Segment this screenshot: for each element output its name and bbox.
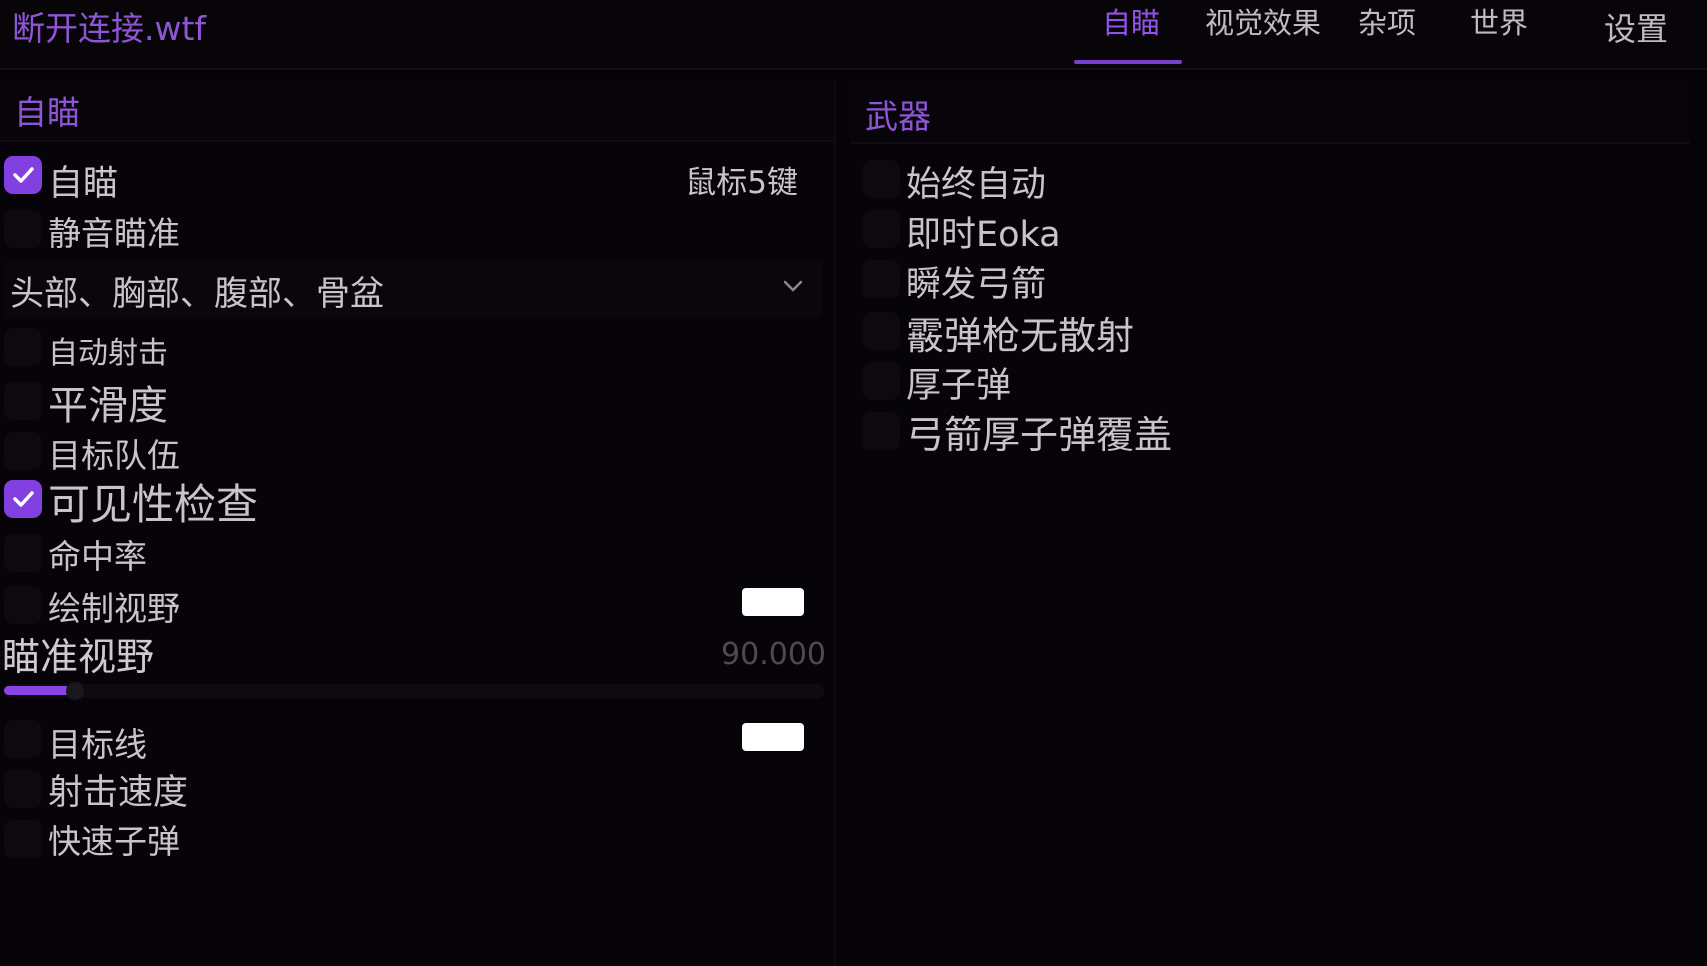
aim-fov-label: 瞄准视野: [2, 635, 155, 679]
visibility-check-checkbox[interactable]: [4, 480, 42, 518]
always-auto-checkbox[interactable]: [862, 160, 900, 198]
aim-panel: 自瞄 自瞄 鼠标5键 静音瞄准 头部、胸部、腹部、骨盆 自动射击 平滑度 目标队…: [0, 80, 836, 966]
aim-fov-slider-fill: [4, 686, 70, 695]
visibility-check-label: 可见性检查: [48, 480, 259, 529]
weapon-panel: 武器 始终自动 即时Eoka 瞬发弓箭 霰弹枪无散射 厚子弹 弓箭厚子弹覆盖: [850, 80, 1690, 966]
app-title: 断开连接.wtf: [12, 9, 207, 48]
weapon-panel-title: 武器: [865, 97, 931, 136]
smoothness-checkbox[interactable]: [4, 382, 42, 420]
check-icon: [13, 167, 34, 183]
thick-bullet-checkbox[interactable]: [862, 362, 900, 400]
aim-fov-value: 90.000: [721, 637, 826, 672]
auto-shoot-checkbox[interactable]: [4, 328, 42, 366]
hit-chance-label: 命中率: [48, 537, 147, 576]
aimbot-checkbox[interactable]: [4, 156, 42, 194]
chevron-down-icon: [783, 280, 803, 292]
draw-fov-color-swatch[interactable]: [742, 588, 804, 616]
instant-bow-checkbox[interactable]: [862, 260, 900, 298]
shotgun-no-spread-label: 霰弹枪无散射: [906, 314, 1135, 358]
bow-thick-bullet-override-checkbox[interactable]: [862, 412, 900, 450]
target-team-checkbox[interactable]: [4, 432, 42, 470]
fast-bullet-label: 快速子弹: [48, 822, 180, 861]
fast-bullet-checkbox[interactable]: [4, 820, 42, 858]
auto-shoot-label: 自动射击: [48, 336, 168, 371]
target-line-label: 目标线: [48, 725, 147, 764]
draw-fov-checkbox[interactable]: [4, 586, 42, 624]
instant-eoka-label: 即时Eoka: [906, 215, 1061, 255]
hit-chance-checkbox[interactable]: [4, 534, 42, 572]
tab-misc[interactable]: 杂项: [1358, 0, 1416, 64]
tab-settings[interactable]: 设置: [1604, 4, 1668, 68]
aim-panel-header: 自瞄: [0, 80, 834, 142]
tab-world[interactable]: 世界: [1470, 0, 1528, 64]
top-bar: 断开连接.wtf 自瞄 视觉效果 杂项 世界 设置: [0, 0, 1707, 70]
silent-aim-checkbox[interactable]: [4, 210, 42, 248]
bow-thick-bullet-override-label: 弓箭厚子弹覆盖: [906, 413, 1173, 457]
target-line-checkbox[interactable]: [4, 720, 42, 758]
always-auto-label: 始终自动: [906, 165, 1047, 205]
draw-fov-label: 绘制视野: [48, 589, 180, 628]
app-window: 断开连接.wtf 自瞄 视觉效果 杂项 世界 设置 自瞄 自瞄 鼠标5键 静音瞄…: [0, 0, 1707, 966]
target-line-color-swatch[interactable]: [742, 723, 804, 751]
hitbox-select[interactable]: 头部、胸部、腹部、骨盆: [4, 260, 822, 318]
tab-aim[interactable]: 自瞄: [1073, 0, 1183, 64]
fire-rate-label: 射击速度: [48, 773, 189, 813]
aimbot-label: 自瞄: [48, 164, 119, 204]
silent-aim-label: 静音瞄准: [48, 214, 180, 253]
check-icon: [13, 491, 34, 507]
tab-visuals[interactable]: 视觉效果: [1205, 0, 1321, 64]
aim-panel-title: 自瞄: [14, 93, 80, 132]
hitbox-select-value: 头部、胸部、腹部、骨盆: [10, 274, 384, 314]
aim-fov-slider[interactable]: [4, 682, 824, 700]
fire-rate-checkbox[interactable]: [4, 770, 42, 808]
weapon-panel-header: 武器: [850, 80, 1690, 144]
aim-fov-slider-handle[interactable]: [66, 682, 84, 700]
instant-eoka-checkbox[interactable]: [862, 210, 900, 248]
aimbot-keybind[interactable]: 鼠标5键: [685, 157, 798, 202]
shotgun-no-spread-checkbox[interactable]: [862, 312, 900, 350]
thick-bullet-label: 厚子弹: [906, 366, 1012, 406]
target-team-label: 目标队伍: [48, 436, 180, 475]
smoothness-label: 平滑度: [48, 383, 168, 429]
instant-bow-label: 瞬发弓箭: [906, 265, 1047, 305]
